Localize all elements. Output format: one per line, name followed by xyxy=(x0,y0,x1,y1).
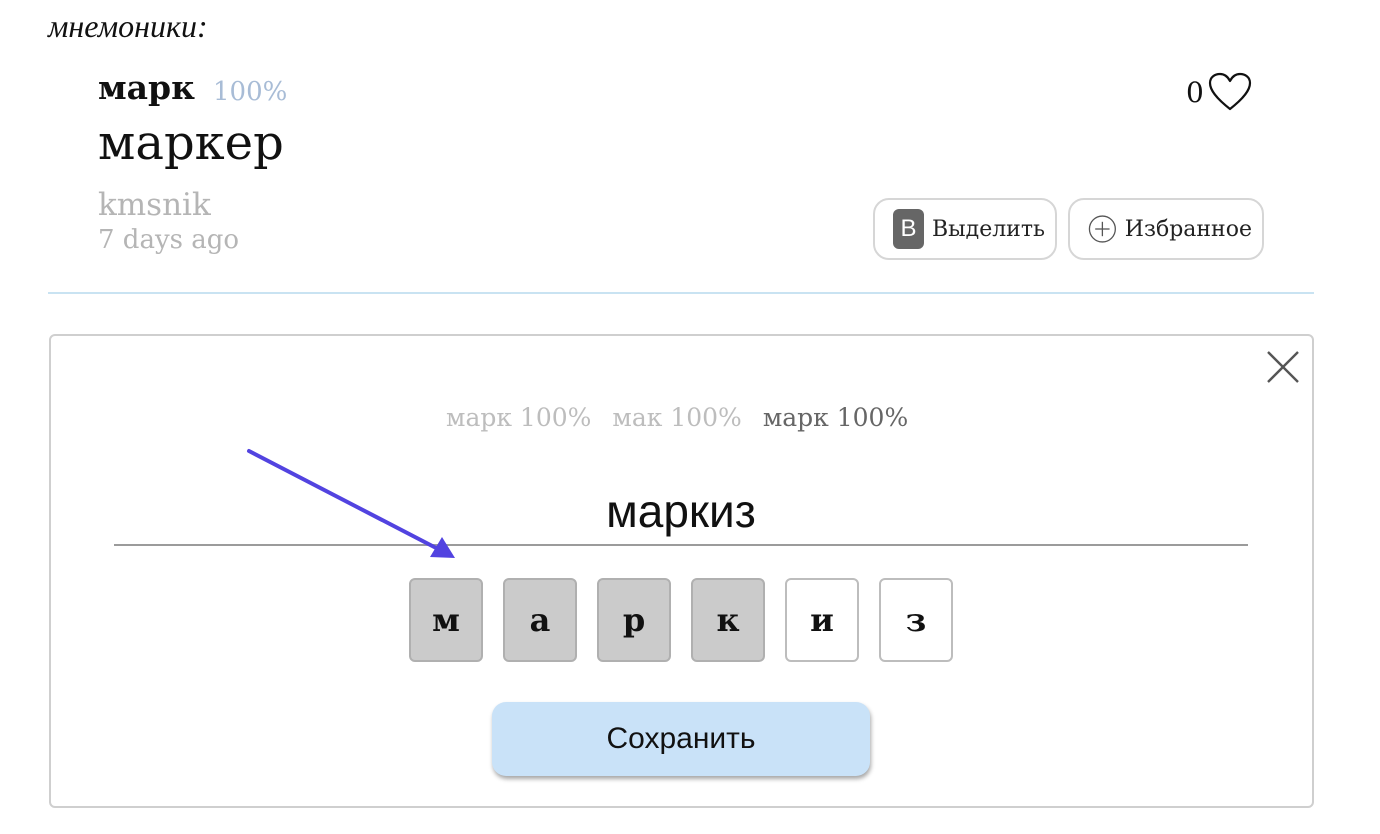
divider xyxy=(48,292,1314,294)
variant-option[interactable]: марк 100% xyxy=(446,403,591,432)
card-author[interactable]: kmsnik xyxy=(98,187,211,223)
card-percent: 100% xyxy=(213,77,288,107)
letter-tile[interactable]: и xyxy=(785,578,859,662)
like-control[interactable]: 0 xyxy=(1186,72,1252,112)
card-word: марк xyxy=(98,68,195,107)
highlight-button[interactable]: В Выделить xyxy=(873,198,1057,260)
letter-tile[interactable]: з xyxy=(879,578,953,662)
mnemonic-input[interactable] xyxy=(114,478,1248,546)
variant-option[interactable]: мак 100% xyxy=(612,403,741,432)
heart-icon[interactable] xyxy=(1208,72,1252,112)
letter-tile[interactable]: а xyxy=(503,578,577,662)
variant-list: марк 100% мак 100% марк 100% xyxy=(446,403,908,432)
plus-circle-icon xyxy=(1088,215,1116,243)
favorite-label: Избранное xyxy=(1124,216,1252,242)
favorite-button[interactable]: Избранное xyxy=(1068,198,1264,260)
letter-tile[interactable]: м xyxy=(409,578,483,662)
card-timestamp: 7 days ago xyxy=(98,225,240,255)
highlight-label: Выделить xyxy=(931,216,1045,242)
close-icon[interactable] xyxy=(1262,346,1304,388)
save-button[interactable]: Сохранить xyxy=(492,702,870,776)
letter-tile[interactable]: р xyxy=(597,578,671,662)
letter-tile[interactable]: к xyxy=(691,578,765,662)
card-mnemonic: маркер xyxy=(98,115,284,171)
section-heading: мнемоники: xyxy=(48,8,208,44)
variant-option-selected[interactable]: марк 100% xyxy=(763,403,908,432)
likes-count: 0 xyxy=(1186,75,1204,109)
letter-tiles: м а р к и з xyxy=(409,578,953,662)
highlight-badge-icon: В xyxy=(893,209,924,249)
